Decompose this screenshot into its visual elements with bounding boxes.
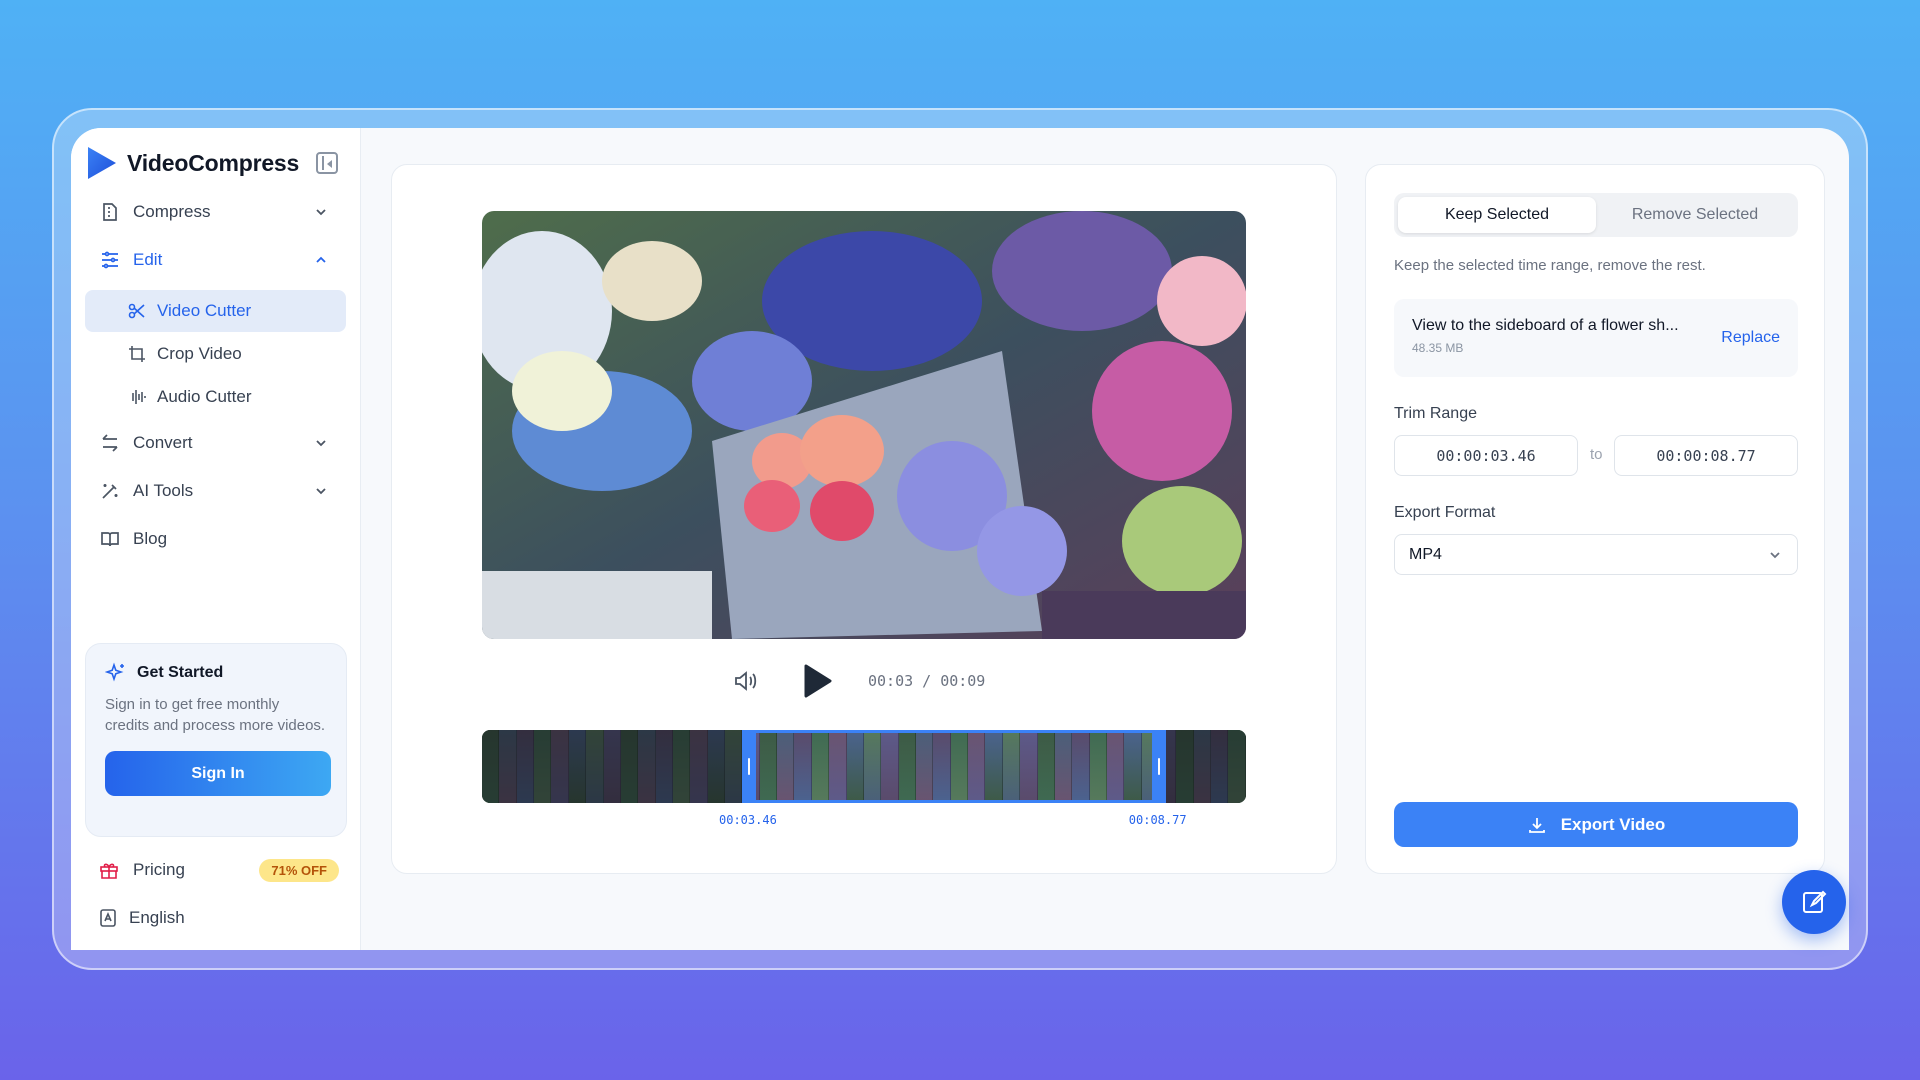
nav-menu: Compress Edit Video Cutter Crop Video Au…	[85, 188, 346, 563]
pricing-label: Pricing	[133, 860, 185, 879]
trim-end-handle[interactable]	[1151, 730, 1166, 803]
get-started-title: Get Started	[137, 664, 224, 681]
nav-ai-tools-label: AI Tools	[133, 481, 194, 500]
main-content: 00:03 / 00:09 00:03.46 00:08.77 Keep Sel…	[361, 128, 1849, 950]
selection-start-label: 00:03.46	[719, 813, 777, 827]
audio-cutter-label: Audio Cutter	[157, 387, 252, 406]
trim-start-handle[interactable]	[742, 730, 756, 803]
file-info: View to the sideboard of a flower sh... …	[1394, 299, 1798, 377]
timeline-selection[interactable]	[749, 730, 1159, 803]
export-format-value: MP4	[1409, 545, 1442, 563]
feedback-fab[interactable]	[1782, 870, 1846, 934]
nav-edit-label: Edit	[133, 250, 163, 269]
replace-link[interactable]: Replace	[1721, 329, 1780, 347]
trim-start-input[interactable]: 00:00:03.46	[1394, 435, 1578, 476]
nav-blog[interactable]: Blog	[85, 515, 346, 563]
sidebar-item-pricing[interactable]: Pricing 71% OFF	[85, 850, 347, 890]
sidebar-item-video-cutter[interactable]: Video Cutter	[85, 290, 346, 332]
timeline-dim-right	[1158, 730, 1246, 803]
scissors-icon	[127, 301, 147, 321]
video-cutter-label: Video Cutter	[157, 301, 252, 320]
gift-icon	[100, 863, 118, 879]
volume-icon[interactable]	[732, 668, 758, 694]
keep-selected-tab[interactable]: Keep Selected	[1398, 197, 1596, 233]
trim-to-text: to	[1590, 446, 1603, 463]
time-duration: 00:09	[940, 672, 986, 690]
magic-wand-icon	[99, 480, 121, 502]
timeline-dim-left	[482, 730, 749, 803]
nav-compress-label: Compress	[133, 202, 211, 221]
crop-icon	[127, 344, 147, 364]
chevron-down-icon	[310, 201, 332, 223]
chevron-down-icon	[310, 480, 332, 502]
trim-end-input[interactable]: 00:00:08.77	[1614, 435, 1798, 476]
play-logo-icon	[88, 147, 116, 179]
trim-timeline[interactable]	[482, 730, 1246, 803]
video-preview[interactable]	[482, 211, 1246, 639]
sidebar-item-crop-video[interactable]: Crop Video	[85, 333, 346, 375]
player-card: 00:03 / 00:09 00:03.46 00:08.77	[391, 164, 1337, 874]
sidebar: VideoCompress Compress Edit Video Cutter…	[71, 128, 361, 950]
export-format-label: Export Format	[1394, 504, 1496, 521]
chevron-up-icon	[310, 249, 332, 271]
app-window: VideoCompress Compress Edit Video Cutter…	[71, 128, 1849, 950]
get-started-card: Get Started Sign in to get free monthly …	[85, 643, 347, 837]
file-compress-icon	[99, 201, 121, 223]
sign-in-button[interactable]: Sign In	[105, 751, 331, 796]
mode-description: Keep the selected time range, remove the…	[1394, 257, 1706, 274]
sidebar-item-audio-cutter[interactable]: Audio Cutter	[85, 376, 346, 418]
brand-name: VideoCompress	[127, 149, 300, 176]
edit-note-icon	[1803, 890, 1827, 913]
time-separator: /	[922, 672, 932, 690]
sparkles-icon	[105, 662, 124, 682]
nav-ai-tools[interactable]: AI Tools	[85, 467, 346, 515]
time-current: 00:03	[868, 672, 914, 690]
language-selector[interactable]: English	[85, 898, 185, 938]
download-icon	[1528, 817, 1545, 833]
export-video-label: Export Video	[1560, 814, 1666, 834]
flower-video-frame	[482, 211, 1246, 639]
book-icon	[99, 528, 121, 550]
nav-convert[interactable]: Convert	[85, 419, 346, 467]
export-video-button[interactable]: Export Video	[1394, 802, 1798, 847]
swap-arrows-icon	[99, 432, 121, 454]
trim-range-label: Trim Range	[1394, 405, 1477, 422]
file-name: View to the sideboard of a flower sh...	[1412, 317, 1679, 334]
sidebar-collapse-icon[interactable]	[316, 152, 338, 174]
remove-selected-tab[interactable]: Remove Selected	[1596, 197, 1794, 233]
get-started-text: Sign in to get free monthly credits and …	[105, 696, 326, 734]
play-icon[interactable]	[802, 664, 832, 698]
chevron-down-icon	[1770, 551, 1780, 558]
nav-compress[interactable]: Compress	[85, 188, 346, 236]
nav-edit[interactable]: Edit	[85, 236, 346, 284]
language-icon	[100, 909, 116, 927]
crop-video-label: Crop Video	[157, 344, 242, 363]
discount-badge: 71% OFF	[259, 858, 339, 882]
audio-wave-icon	[127, 387, 147, 407]
nav-blog-label: Blog	[133, 529, 168, 548]
player-controls: 00:03 / 00:09	[732, 658, 985, 704]
sliders-icon	[99, 249, 121, 271]
selection-end-label: 00:08.77	[1128, 813, 1187, 827]
chevron-down-icon	[310, 432, 332, 454]
settings-panel: Keep Selected Remove Selected Keep the s…	[1365, 164, 1825, 874]
export-format-select[interactable]: MP4	[1394, 534, 1798, 575]
language-label: English	[129, 908, 185, 927]
nav-convert-label: Convert	[133, 433, 193, 452]
brand[interactable]: VideoCompress	[85, 140, 346, 186]
mode-toggle: Keep Selected Remove Selected	[1394, 193, 1798, 237]
